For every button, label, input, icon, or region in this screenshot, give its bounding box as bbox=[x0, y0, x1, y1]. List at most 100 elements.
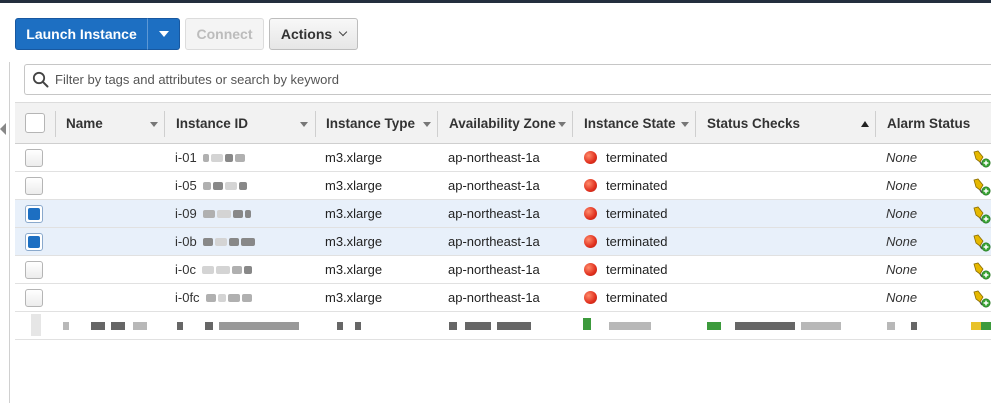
instance-id-cell[interactable]: i-05 bbox=[175, 172, 315, 199]
alarm-add-icon[interactable] bbox=[971, 290, 991, 308]
instance-type-cell: m3.xlarge bbox=[325, 178, 383, 193]
sort-icon[interactable] bbox=[150, 122, 158, 127]
availability-zone-cell: ap-northeast-1a bbox=[448, 234, 540, 249]
table-row[interactable]: i-0fc m3.xlarge ap-northeast-1a terminat… bbox=[15, 284, 991, 312]
instance-state-cell: terminated bbox=[583, 228, 703, 255]
instance-id-text: i-0fc bbox=[175, 290, 200, 305]
instance-id-text: i-0c bbox=[175, 262, 196, 277]
table-row[interactable]: i-0c m3.xlarge ap-northeast-1a terminate… bbox=[15, 256, 991, 284]
status-checks-cell bbox=[707, 200, 867, 227]
instance-state-text: terminated bbox=[606, 206, 668, 221]
instance-state-text: terminated bbox=[606, 178, 668, 193]
state-dot-icon bbox=[584, 207, 597, 220]
sort-ascending-icon[interactable] bbox=[861, 121, 869, 127]
alarm-add-icon[interactable] bbox=[971, 206, 991, 224]
name-cell bbox=[66, 200, 161, 227]
redacted-id bbox=[201, 153, 245, 162]
instance-state-text: terminated bbox=[606, 234, 668, 249]
instance-state-cell: terminated bbox=[583, 144, 703, 171]
name-cell bbox=[66, 144, 161, 171]
search-input[interactable] bbox=[55, 72, 955, 87]
console-top-bar bbox=[0, 0, 991, 3]
instance-id-cell[interactable]: i-0c bbox=[175, 256, 315, 283]
instance-state-cell: terminated bbox=[583, 172, 703, 199]
row-checkbox[interactable] bbox=[25, 148, 43, 167]
availability-zone-cell: ap-northeast-1a bbox=[448, 262, 540, 277]
sort-icon[interactable] bbox=[423, 122, 431, 127]
instance-id-cell[interactable]: i-0fc bbox=[175, 284, 315, 311]
row-checkbox[interactable] bbox=[25, 204, 43, 223]
collapse-panel-icon[interactable] bbox=[0, 123, 6, 135]
table-row[interactable]: i-01 m3.xlarge ap-northeast-1a terminate… bbox=[15, 144, 991, 172]
state-dot-icon bbox=[584, 291, 597, 304]
actions-button[interactable]: Actions bbox=[269, 18, 358, 50]
row-checkbox[interactable] bbox=[25, 232, 43, 251]
state-dot-icon bbox=[584, 179, 597, 192]
sort-icon[interactable] bbox=[558, 122, 566, 127]
alarm-add-icon[interactable] bbox=[971, 150, 991, 168]
row-checkbox[interactable] bbox=[25, 176, 43, 195]
instance-state-text: terminated bbox=[606, 150, 668, 165]
instance-type-cell: m3.xlarge bbox=[325, 262, 383, 277]
column-header-name[interactable]: Name bbox=[66, 103, 161, 143]
name-cell bbox=[66, 284, 161, 311]
name-cell bbox=[66, 256, 161, 283]
obscured-table-row bbox=[15, 312, 991, 340]
left-panel-divider bbox=[9, 62, 10, 403]
state-dot-icon bbox=[584, 263, 597, 276]
instance-id-text: i-05 bbox=[175, 178, 197, 193]
redacted-id bbox=[204, 293, 252, 302]
status-checks-cell bbox=[707, 256, 867, 283]
column-header-alarm-status[interactable]: Alarm Status bbox=[887, 103, 991, 143]
availability-zone-cell: ap-northeast-1a bbox=[448, 206, 540, 221]
availability-zone-cell: ap-northeast-1a bbox=[448, 178, 540, 193]
instance-type-cell: m3.xlarge bbox=[325, 150, 383, 165]
name-cell bbox=[66, 172, 161, 199]
instance-type-cell: m3.xlarge bbox=[325, 290, 383, 305]
filter-search-box[interactable] bbox=[24, 64, 991, 95]
table-row[interactable]: i-09 m3.xlarge ap-northeast-1a terminate… bbox=[15, 200, 991, 228]
instance-id-cell[interactable]: i-09 bbox=[175, 200, 315, 227]
actions-label: Actions bbox=[280, 26, 333, 42]
table-row[interactable]: i-0b m3.xlarge ap-northeast-1a terminate… bbox=[15, 228, 991, 256]
column-header-status-checks[interactable]: Status Checks bbox=[707, 103, 847, 143]
chevron-down-icon bbox=[158, 31, 169, 37]
instance-id-cell[interactable]: i-01 bbox=[175, 144, 315, 171]
alarm-status-cell: None bbox=[886, 262, 918, 277]
alarm-add-icon[interactable] bbox=[971, 262, 991, 280]
row-checkbox[interactable] bbox=[25, 288, 43, 307]
column-header-instance-type[interactable]: Instance Type bbox=[326, 103, 436, 143]
table-row[interactable]: i-05 m3.xlarge ap-northeast-1a terminate… bbox=[15, 172, 991, 200]
redacted-id bbox=[201, 181, 247, 190]
instance-type-cell: m3.xlarge bbox=[325, 206, 383, 221]
alarm-add-icon[interactable] bbox=[971, 234, 991, 252]
select-all-checkbox[interactable] bbox=[25, 113, 45, 133]
sort-icon[interactable] bbox=[681, 122, 689, 127]
redacted-id bbox=[200, 265, 252, 274]
launch-instance-dropdown-button[interactable] bbox=[147, 18, 180, 50]
redacted-id bbox=[201, 209, 251, 218]
instance-state-text: terminated bbox=[606, 262, 668, 277]
launch-instance-button[interactable]: Launch Instance bbox=[15, 18, 148, 50]
alarm-status-cell: None bbox=[886, 206, 918, 221]
search-icon bbox=[32, 71, 49, 88]
chevron-down-icon bbox=[338, 27, 348, 37]
status-checks-cell bbox=[707, 172, 867, 199]
column-header-instance-id[interactable]: Instance ID bbox=[176, 103, 296, 143]
sort-icon[interactable] bbox=[300, 122, 308, 127]
row-checkbox[interactable] bbox=[25, 260, 43, 279]
alarm-status-cell: None bbox=[886, 178, 918, 193]
alarm-status-cell: None bbox=[886, 290, 918, 305]
alarm-add-icon[interactable] bbox=[971, 178, 991, 196]
redacted-id bbox=[201, 237, 255, 246]
state-dot-icon bbox=[584, 151, 597, 164]
availability-zone-cell: ap-northeast-1a bbox=[448, 290, 540, 305]
instance-type-cell: m3.xlarge bbox=[325, 234, 383, 249]
alarm-status-cell: None bbox=[886, 234, 918, 249]
status-checks-cell bbox=[707, 284, 867, 311]
column-header-instance-state[interactable]: Instance State bbox=[584, 103, 694, 143]
table-header: Name Instance ID Instance Type Availabil… bbox=[15, 102, 991, 144]
status-checks-cell bbox=[707, 228, 867, 255]
instance-id-text: i-0b bbox=[175, 234, 197, 249]
instance-id-cell[interactable]: i-0b bbox=[175, 228, 315, 255]
